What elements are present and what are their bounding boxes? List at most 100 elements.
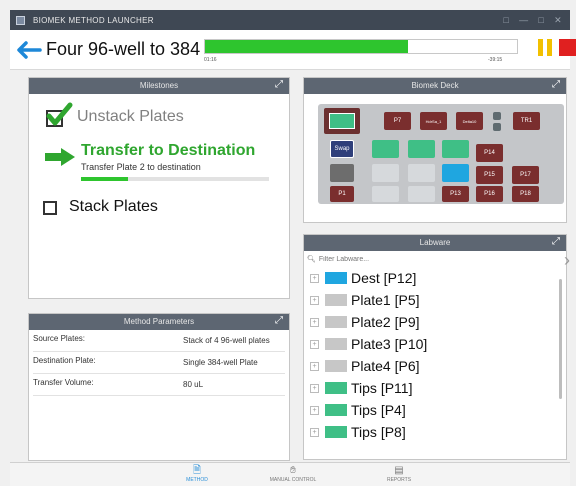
run-progress-fill [205, 40, 408, 53]
expand-icon[interactable]: ⤢ [551, 237, 561, 247]
milestone-label: Unstack Plates [77, 108, 184, 125]
deck-layout: P7 HdrSa_1 Delta10 TR1 Swap P14 P15 P17 … [318, 104, 564, 204]
labware-item[interactable]: + Plate3 [P10] [304, 333, 566, 355]
deck-position-tips[interactable] [442, 140, 469, 158]
expand-tree-icon[interactable]: + [310, 273, 319, 283]
nav-method[interactable]: 🗎︎ METHOD [162, 465, 232, 483]
labware-panel: Labware ⤢ 🔍︎ + Dest [P12] + Plate1 [P5] + Pla… [303, 234, 567, 460]
expand-icon[interactable]: ⤢ [551, 80, 561, 90]
stop-button[interactable] [559, 39, 576, 56]
substep-progress-fill [81, 177, 128, 181]
remaining-time: -39:15 [488, 57, 503, 63]
labware-color-icon [325, 382, 347, 394]
back-arrow-icon[interactable] [14, 39, 42, 61]
nav-manual-control[interactable]: ✋︎ MANUAL CONTROL [258, 465, 328, 483]
parameters-title: Method Parameters [123, 317, 195, 326]
method-title: Four 96-well to 384 [46, 39, 201, 59]
expand-icon[interactable]: ⤢ [274, 316, 284, 326]
search-icon: 🔍︎ [307, 256, 316, 263]
nav-label: REPORTS [386, 477, 412, 483]
close-icon[interactable]: ✕ [554, 15, 562, 26]
labware-color-icon [325, 294, 347, 306]
deck-position[interactable]: HdrSa_1 [420, 112, 447, 130]
deck-position-dest[interactable] [442, 164, 469, 182]
deck-position-p17[interactable]: P17 [512, 166, 539, 184]
labware-name: Plate4 [P6] [351, 358, 420, 374]
deck-position-plate[interactable] [408, 164, 435, 182]
labware-name: Plate2 [P9] [351, 314, 420, 330]
param-value: 80 uL [183, 380, 204, 389]
window-title: BIOMEK METHOD LAUNCHER [33, 15, 154, 25]
parameters-header: Method Parameters ⤢ [29, 314, 289, 330]
deck-position-tips[interactable] [408, 140, 435, 158]
labware-name: Tips [P8] [351, 424, 406, 440]
expand-tree-icon[interactable]: + [310, 295, 319, 305]
deck-position-plate[interactable] [372, 164, 399, 182]
labware-item[interactable]: + Tips [P11] [304, 377, 566, 399]
deck-position[interactable] [324, 108, 360, 134]
expand-tree-icon[interactable]: + [310, 361, 319, 371]
labware-list: + Dest [P12] + Plate1 [P5] + Plate2 [P9] + Plat… [304, 267, 566, 443]
param-key: Source Plates: [33, 334, 86, 343]
pause-button[interactable] [538, 39, 553, 56]
deck-position[interactable] [493, 123, 501, 131]
document-icon: 🗎︎ [192, 465, 202, 476]
expand-tree-icon[interactable]: + [310, 427, 319, 437]
param-key: Destination Plate: [33, 356, 96, 365]
deck-position-swap[interactable]: Swap [330, 140, 354, 158]
bottom-navigation: 🗎︎ METHOD ✋︎ MANUAL CONTROL ▤ REPORTS [10, 462, 570, 486]
labware-item[interactable]: + Dest [P12] [304, 267, 566, 289]
expand-icon[interactable]: ⤢ [274, 80, 284, 90]
milestone-label: Stack Plates [69, 198, 158, 215]
deck-position-p16[interactable]: P16 [476, 186, 503, 202]
param-value: Stack of 4 96-well plates [183, 336, 270, 345]
labware-filter[interactable]: 🔍︎ [307, 253, 563, 265]
deck-position-p13[interactable]: P13 [442, 186, 469, 202]
deck-position[interactable] [330, 164, 354, 182]
labware-item[interactable]: + Tips [P4] [304, 399, 566, 421]
deck-position-p1[interactable]: P1 [330, 186, 354, 202]
biomek-deck-panel: Biomek Deck ⤢ P7 HdrSa_1 Delta10 TR1 Swa… [303, 77, 567, 223]
milestones-panel: Milestones ⤢ Unstack Plates Transfer to … [28, 77, 290, 299]
deck-position[interactable] [493, 112, 501, 120]
chevron-right-icon[interactable]: › [564, 250, 570, 271]
expand-tree-icon[interactable]: + [310, 405, 319, 415]
expand-tree-icon[interactable]: + [310, 383, 319, 393]
labware-item[interactable]: + Plate1 [P5] [304, 289, 566, 311]
labware-color-icon [325, 404, 347, 416]
labware-item[interactable]: + Tips [P8] [304, 421, 566, 443]
maximize-icon[interactable]: □ [538, 15, 544, 26]
deck-position-p7[interactable]: P7 [384, 112, 411, 130]
milestone-unstack: Unstack Plates [43, 102, 184, 128]
labware-name: Tips [P11] [351, 380, 413, 396]
labware-color-icon [325, 316, 347, 328]
method-parameters-panel: Method Parameters ⤢ Source Plates: Stack… [28, 313, 290, 461]
labware-color-icon [325, 360, 347, 372]
deck-position-plate[interactable] [408, 186, 435, 202]
restore-icon[interactable]: □ [503, 15, 509, 26]
nav-reports[interactable]: ▤ REPORTS [364, 465, 434, 483]
param-row: Destination Plate: Single 384-well Plate [33, 352, 285, 374]
labware-filter-input[interactable] [318, 255, 519, 263]
deck-position-plate[interactable] [372, 186, 399, 202]
deck-position-tr1[interactable]: TR1 [513, 112, 540, 130]
labware-name: Plate3 [P10] [351, 336, 428, 352]
milestone-label: Transfer to Destination [81, 142, 256, 159]
scrollbar[interactable] [559, 279, 562, 399]
labware-color-icon [325, 426, 347, 438]
deck-title: Biomek Deck [411, 81, 459, 90]
milestone-stack: Stack Plates [43, 198, 158, 216]
minimize-icon[interactable]: — [519, 15, 528, 26]
labware-name: Tips [P4] [351, 402, 406, 418]
deck-position[interactable]: Delta10 [456, 112, 483, 130]
milestones-header: Milestones ⤢ [29, 78, 289, 94]
deck-position-p14[interactable]: P14 [476, 144, 503, 162]
deck-position-p15[interactable]: P15 [476, 166, 503, 184]
labware-item[interactable]: + Plate2 [P9] [304, 311, 566, 333]
labware-item[interactable]: + Plate4 [P6] [304, 355, 566, 377]
expand-tree-icon[interactable]: + [310, 339, 319, 349]
deck-position-tips[interactable] [372, 140, 399, 158]
deck-position-p18[interactable]: P18 [512, 186, 539, 202]
expand-tree-icon[interactable]: + [310, 317, 319, 327]
clipboard-icon: ▤ [394, 465, 404, 476]
